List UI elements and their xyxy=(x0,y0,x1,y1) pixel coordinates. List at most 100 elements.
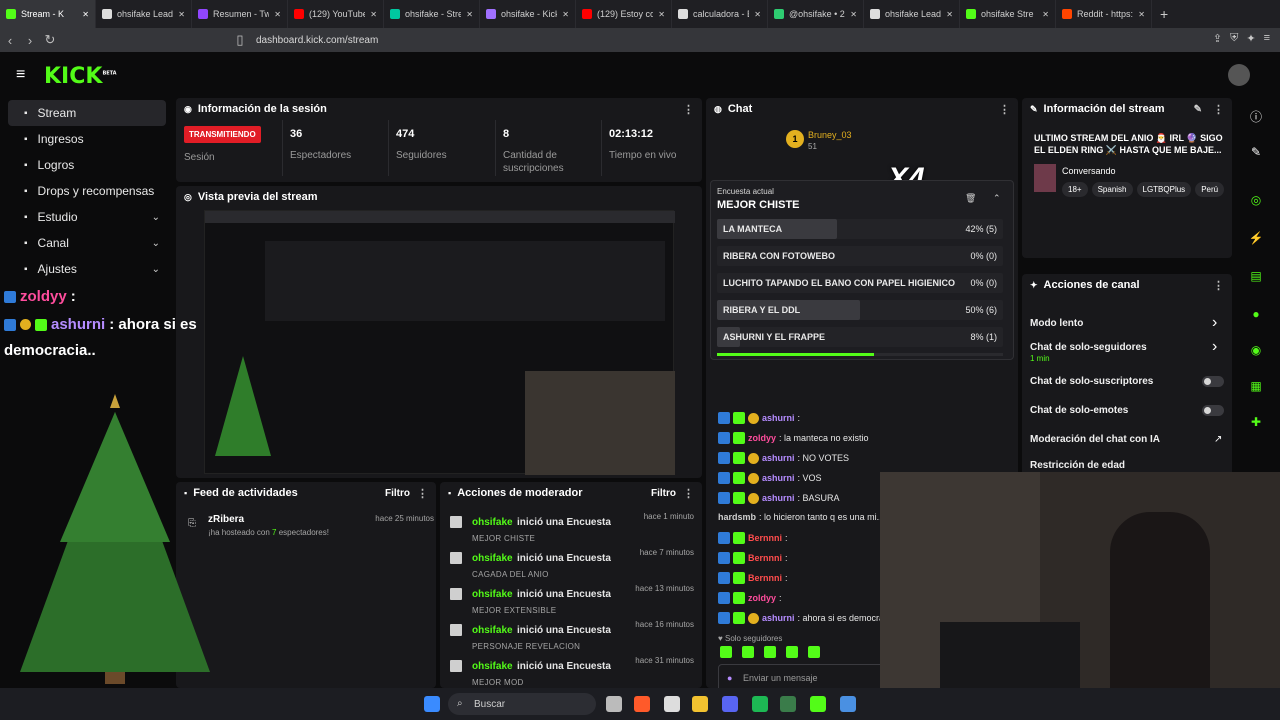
mic-icon[interactable]: ● xyxy=(727,673,732,683)
chat-username[interactable]: ashurni xyxy=(762,473,795,483)
shield-icon[interactable]: ⛨ xyxy=(1230,32,1238,45)
leaderboard-user[interactable]: Bruney_03 xyxy=(808,130,852,140)
close-icon[interactable]: ✕ xyxy=(274,10,281,19)
taskview-icon[interactable] xyxy=(606,696,622,712)
kebab-icon[interactable]: ⋮ xyxy=(1213,103,1224,116)
stream-preview-video[interactable] xyxy=(204,210,675,475)
url-field[interactable]: dashboard.kick.com/stream xyxy=(256,35,378,46)
close-icon[interactable]: ✕ xyxy=(658,10,665,19)
tag-chip[interactable]: LGTBQPlus xyxy=(1136,182,1192,197)
emote-icon[interactable] xyxy=(808,646,820,658)
tag-chip[interactable]: Spanish xyxy=(1091,182,1133,197)
folder-icon[interactable] xyxy=(692,696,708,712)
app-icon[interactable] xyxy=(780,696,796,712)
emote-icon[interactable] xyxy=(720,646,732,658)
category-label[interactable]: Conversando xyxy=(1062,166,1116,176)
chevron-down-icon[interactable]: ⌄ xyxy=(152,264,160,275)
close-icon[interactable]: ✕ xyxy=(82,10,89,19)
chevron-right-icon[interactable]: › xyxy=(1212,338,1217,356)
info-icon[interactable]: ⓘ xyxy=(1242,102,1270,130)
bolt-icon[interactable]: ⚡ xyxy=(1242,224,1270,252)
chat-username[interactable]: ashurni xyxy=(762,453,795,463)
close-icon[interactable]: ✕ xyxy=(370,10,377,19)
poll-option[interactable]: RIBERA CON FOTOWEBO 0% (0) xyxy=(717,246,1003,266)
close-icon[interactable]: ✕ xyxy=(562,10,569,19)
chat-username[interactable]: Bernnni xyxy=(748,533,782,543)
emote-icon[interactable] xyxy=(742,646,754,658)
toggle-switch[interactable] xyxy=(1202,376,1224,387)
chevron-up-icon[interactable]: ⌃ xyxy=(993,193,1001,204)
notepad-icon[interactable] xyxy=(840,696,856,712)
avatar[interactable] xyxy=(1228,64,1250,86)
channel-action-label[interactable]: Modo lento xyxy=(1030,318,1083,329)
kebab-icon[interactable]: ⋮ xyxy=(999,103,1010,116)
puzzle-icon[interactable]: ✦ xyxy=(1246,32,1255,45)
chevron-down-icon[interactable]: ⌄ xyxy=(152,238,160,249)
chat-bubble-icon[interactable]: ● xyxy=(1242,300,1270,328)
discord-icon[interactable] xyxy=(722,696,738,712)
emote-icon[interactable] xyxy=(764,646,776,658)
sidebar-item-6[interactable]: ▪ Ajustes ⌄ xyxy=(8,256,166,282)
back-icon[interactable]: ‹ xyxy=(0,30,20,50)
browser-tab[interactable]: Resumen - Twitch ✕ xyxy=(192,0,288,28)
menu-icon[interactable]: ≡ xyxy=(1264,32,1270,45)
chat-username[interactable]: ashurni xyxy=(762,493,795,503)
emote-icon[interactable] xyxy=(786,646,798,658)
sidebar-item-4[interactable]: ▪ Estudio ⌄ xyxy=(8,204,166,230)
broadcast-icon[interactable]: ◉ xyxy=(1242,336,1270,364)
channel-action-label[interactable]: Chat de solo-seguidores xyxy=(1030,342,1147,353)
chat-username[interactable]: Bernnni xyxy=(748,573,782,583)
mod-action-user[interactable]: ohsifake xyxy=(472,589,513,600)
chat-username[interactable]: Bernnni xyxy=(748,553,782,563)
reload-icon[interactable]: ↻ xyxy=(40,30,60,50)
chat-username[interactable]: ashurni xyxy=(762,413,795,423)
chat-username[interactable]: zoldyy xyxy=(748,433,776,443)
spotify-icon[interactable] xyxy=(752,696,768,712)
external-link-icon[interactable]: ↗ xyxy=(1214,434,1222,445)
chevron-right-icon[interactable]: › xyxy=(1212,314,1217,332)
activity-filter-button[interactable]: Filtro xyxy=(385,488,410,499)
browser-tab[interactable]: (129) Estoy codifi ✕ xyxy=(576,0,672,28)
forward-icon[interactable]: › xyxy=(20,30,40,50)
toggle-switch[interactable] xyxy=(1202,405,1224,416)
sidebar-item-1[interactable]: ▪ Ingresos xyxy=(8,126,166,152)
browser-tab[interactable]: Stream - K ✕ xyxy=(0,0,96,28)
kebab-icon[interactable]: ⋮ xyxy=(683,103,694,116)
mod-action-user[interactable]: ohsifake xyxy=(472,553,513,564)
browser-tab[interactable]: @ohsifake • 2023 ✕ xyxy=(768,0,864,28)
mod-filter-button[interactable]: Filtro xyxy=(651,488,676,499)
camera-icon[interactable]: ◎ xyxy=(1242,186,1270,214)
trash-icon[interactable]: 🗑 xyxy=(965,193,976,204)
new-tab-icon[interactable]: + xyxy=(1152,6,1176,22)
browser-tab[interactable]: ohsifake - Kick St ✕ xyxy=(480,0,576,28)
hamburger-menu-icon[interactable]: ≡ xyxy=(16,66,25,84)
poll-option[interactable]: LA MANTECA 42% (5) xyxy=(717,219,1003,239)
browser-tab[interactable]: ohsifake Stre ✕ xyxy=(960,0,1056,28)
channel-action-label[interactable]: Moderación del chat con IA xyxy=(1030,434,1160,445)
mod-action-user[interactable]: ohsifake xyxy=(472,661,513,672)
brave-icon[interactable] xyxy=(634,696,650,712)
poll-option[interactable]: ASHURNI Y EL FRAPPE 8% (1) xyxy=(717,327,1003,347)
close-icon[interactable]: ✕ xyxy=(1138,10,1145,19)
browser-tab[interactable]: ohsifake - Stream ✕ xyxy=(384,0,480,28)
tag-chip[interactable]: 18+ xyxy=(1062,182,1088,197)
chat-username[interactable]: zoldyy xyxy=(748,593,776,603)
sidebar-item-2[interactable]: ▪ Logros xyxy=(8,152,166,178)
layout-icon[interactable]: ▦ xyxy=(1242,372,1270,400)
browser-tab[interactable]: ohsifake Leaderb ✕ xyxy=(864,0,960,28)
chat-username[interactable]: hardsmb xyxy=(718,512,756,522)
browser-tab[interactable]: (129) YouTube ✕ xyxy=(288,0,384,28)
edit-icon[interactable]: ✎ xyxy=(1194,104,1202,115)
poll-option[interactable]: RIBERA Y EL DDL 50% (6) xyxy=(717,300,1003,320)
close-icon[interactable]: ✕ xyxy=(466,10,473,19)
sidebar-item-5[interactable]: ▪ Canal ⌄ xyxy=(8,230,166,256)
kick-icon[interactable] xyxy=(810,696,826,712)
app-icon[interactable] xyxy=(664,696,680,712)
kebab-icon[interactable]: ⋮ xyxy=(417,487,428,500)
close-icon[interactable]: ✕ xyxy=(850,10,857,19)
windows-start-icon[interactable] xyxy=(424,696,440,712)
sidebar-item-3[interactable]: ▪ Drops y recompensas xyxy=(8,178,166,204)
browser-tab[interactable]: calculadora - Bus ✕ xyxy=(672,0,768,28)
close-icon[interactable]: ✕ xyxy=(754,10,761,19)
close-icon[interactable]: ✕ xyxy=(946,10,953,19)
